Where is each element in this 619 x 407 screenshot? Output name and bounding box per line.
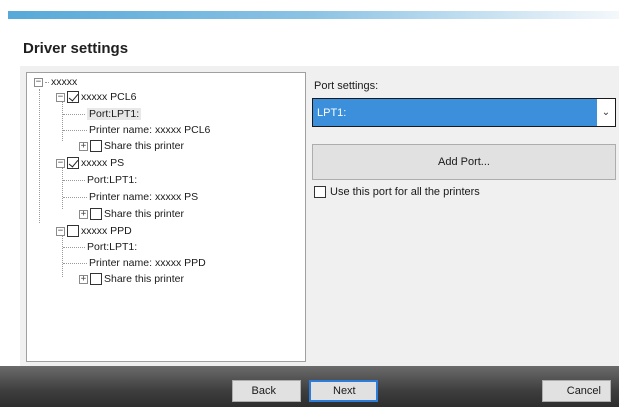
printer-name-label: Printer name: xyxy=(89,124,153,136)
port-label: Port:LPT1: xyxy=(87,174,138,186)
title-accent-bar xyxy=(8,11,619,19)
dialog-content: − xxxxx − xxxxx PCL6 Port:LPT1: Printer … xyxy=(20,66,619,366)
tree-guide-line xyxy=(39,89,40,223)
port-settings-label: Port settings: xyxy=(314,80,379,92)
tree-printer-node[interactable]: − xxxxx PPD xyxy=(56,224,132,238)
tree-share-node[interactable]: + Share this printer xyxy=(79,272,184,286)
printer-name-label: Printer name: xyxy=(89,191,153,203)
printer-tree[interactable]: − xxxxx − xxxxx PCL6 Port:LPT1: Printer … xyxy=(26,72,306,362)
share-checkbox[interactable] xyxy=(90,273,102,285)
use-port-for-all-label: Use this port for all the printers xyxy=(330,186,480,198)
printer-name-value: xxxxx PPD xyxy=(154,257,206,269)
tree-printer-node[interactable]: − xxxxx PCL6 xyxy=(56,90,136,104)
printer-label: xxxxx PPD xyxy=(81,225,132,237)
printer-name-label: Printer name: xyxy=(89,257,153,269)
port-label: Port:LPT1: xyxy=(87,108,142,120)
share-label: Share this printer xyxy=(104,208,184,220)
printer-checkbox[interactable] xyxy=(67,91,79,103)
collapse-icon[interactable]: − xyxy=(56,158,65,168)
tree-printer-node[interactable]: − xxxxx PS xyxy=(56,156,124,170)
expand-icon[interactable]: + xyxy=(79,141,88,151)
printer-checkbox[interactable] xyxy=(67,157,79,169)
port-settings-panel: Port settings: LPT1: ⌄ Add Port... Use t… xyxy=(312,72,619,362)
use-port-for-all-checkbox[interactable] xyxy=(314,186,326,198)
tree-root-node[interactable]: − xxxxx xyxy=(34,75,77,89)
printer-label: xxxxx PCL6 xyxy=(81,91,137,103)
collapse-icon[interactable]: − xyxy=(34,77,43,87)
next-button[interactable]: Next xyxy=(309,380,378,402)
share-label: Share this printer xyxy=(104,140,184,152)
cancel-button[interactable]: Cancel xyxy=(542,380,611,402)
printer-checkbox[interactable] xyxy=(67,225,79,237)
tree-root-label: xxxxx xyxy=(51,76,78,88)
port-select-value: LPT1: xyxy=(317,106,347,119)
printer-label: xxxxx PS xyxy=(81,157,125,169)
tree-port-node[interactable]: Port:LPT1: xyxy=(63,240,137,254)
back-button[interactable]: Back xyxy=(232,380,301,402)
tree-port-node[interactable]: Port:LPT1: xyxy=(63,173,137,187)
tree-printer-name-node: Printer name: xxxxx PS xyxy=(63,190,198,204)
collapse-icon[interactable]: − xyxy=(56,92,65,102)
dialog-footer: Back Next Cancel xyxy=(0,366,619,407)
tree-share-node[interactable]: + Share this printer xyxy=(79,139,184,153)
share-label: Share this printer xyxy=(104,273,184,285)
dialog-title: Driver settings xyxy=(23,40,129,57)
port-label: Port:LPT1: xyxy=(87,241,138,253)
printer-name-value: xxxxx PS xyxy=(154,191,199,203)
chevron-down-icon[interactable]: ⌄ xyxy=(597,99,615,126)
expand-icon[interactable]: + xyxy=(79,274,88,284)
tree-printer-name-node: Printer name: xxxxx PCL6 xyxy=(63,123,210,137)
share-checkbox[interactable] xyxy=(90,140,102,152)
add-port-button[interactable]: Add Port... xyxy=(312,144,616,180)
expand-icon[interactable]: + xyxy=(79,209,88,219)
tree-printer-name-node: Printer name: xxxxx PPD xyxy=(63,256,206,270)
tree-port-node[interactable]: Port:LPT1: xyxy=(63,107,142,121)
tree-share-node[interactable]: + Share this printer xyxy=(79,207,184,221)
collapse-icon[interactable]: − xyxy=(56,226,65,236)
share-checkbox[interactable] xyxy=(90,208,102,220)
use-port-for-all-option[interactable]: Use this port for all the printers xyxy=(314,186,480,198)
printer-name-value: xxxxx PCL6 xyxy=(154,124,211,136)
port-select[interactable]: LPT1: ⌄ xyxy=(312,98,616,127)
